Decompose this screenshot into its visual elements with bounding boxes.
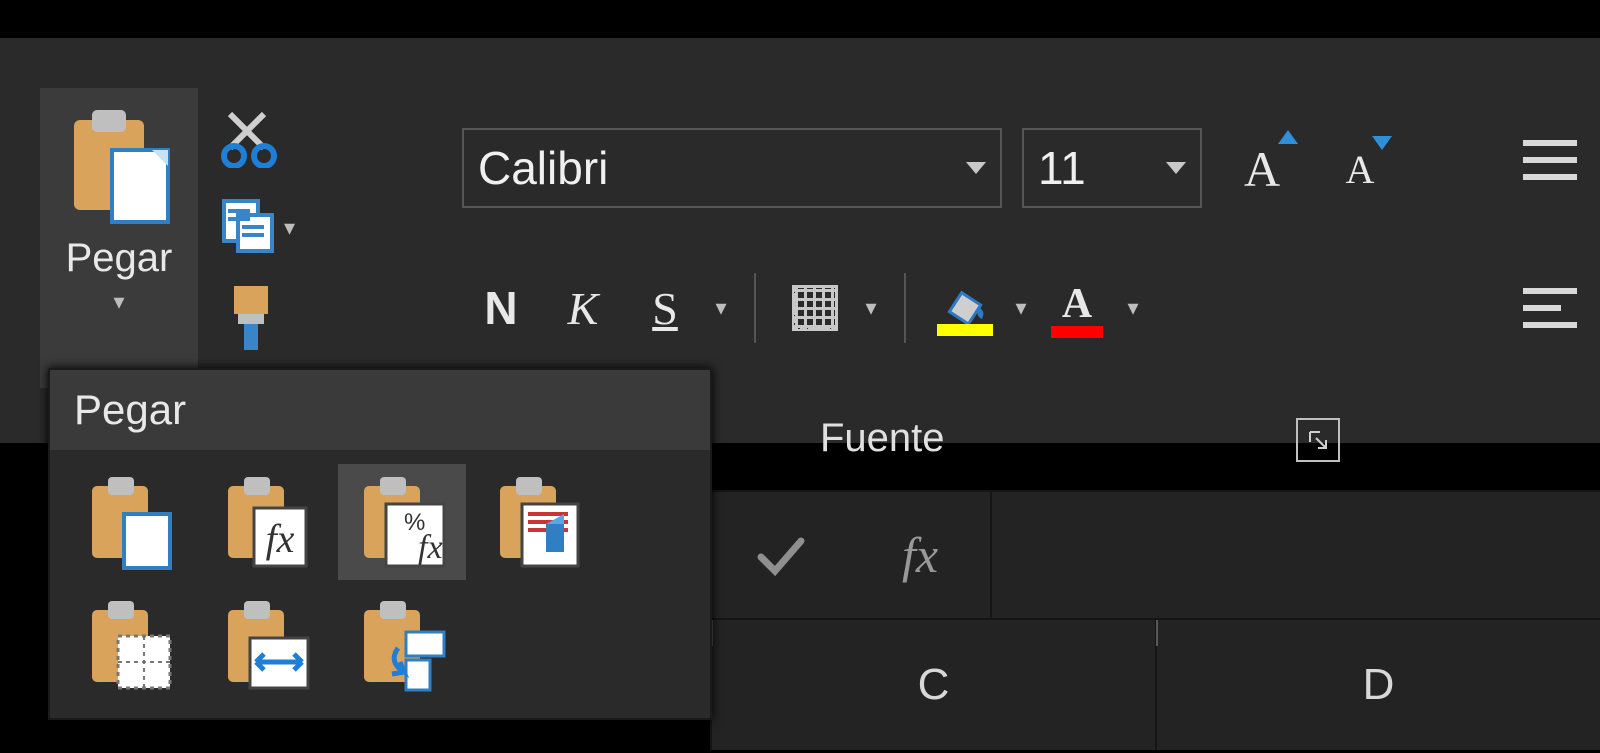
svg-text:fx: fx xyxy=(266,516,295,561)
fill-color-button[interactable] xyxy=(924,273,1006,343)
paste-option-formulas-number-format[interactable]: %fx xyxy=(338,464,466,580)
paste-option-keep-column-widths[interactable] xyxy=(202,588,330,704)
cut-button[interactable] xyxy=(220,93,360,183)
paste-option-paste[interactable] xyxy=(66,464,194,580)
font-group-label: Fuente xyxy=(820,416,945,461)
column-header[interactable]: C xyxy=(710,620,1155,750)
paste-option-transpose[interactable] xyxy=(338,588,466,704)
font-color-icon: A xyxy=(1049,280,1105,336)
borders-dropdown[interactable]: ▾ xyxy=(856,295,886,321)
svg-text:fx: fx xyxy=(418,529,443,566)
italic-button[interactable]: K xyxy=(542,273,624,343)
font-family-combo[interactable]: Calibri xyxy=(462,128,1002,208)
paste-option-formulas[interactable]: fx xyxy=(202,464,330,580)
borders-icon xyxy=(792,285,838,331)
underline-dropdown[interactable]: ▾ xyxy=(706,295,736,321)
format-painter-button[interactable] xyxy=(220,273,360,363)
font-color-dropdown[interactable]: ▾ xyxy=(1118,295,1148,321)
separator xyxy=(904,273,906,343)
increase-font-size-button[interactable]: A xyxy=(1222,130,1302,208)
chevron-down-icon xyxy=(966,162,986,174)
formula-bar: fx xyxy=(710,490,1600,620)
font-size-value: 11 xyxy=(1038,141,1086,195)
app-window: Pegar ▾ xyxy=(0,0,1600,753)
paste-icon xyxy=(64,106,174,226)
paste-options-grid: fx %fx xyxy=(50,450,710,718)
copy-dropdown[interactable]: ▾ xyxy=(284,215,295,241)
clipboard-tools: ▾ xyxy=(220,93,360,363)
column-header[interactable]: D xyxy=(1155,620,1600,750)
column-headers: C D xyxy=(710,620,1600,750)
font-family-value: Calibri xyxy=(478,141,608,195)
chevron-down-icon: ▾ xyxy=(113,289,124,315)
chevron-down-icon xyxy=(1166,162,1186,174)
fill-color-icon xyxy=(937,280,993,336)
enter-button[interactable] xyxy=(710,533,850,577)
formula-input[interactable] xyxy=(990,492,1600,618)
paste-option-keep-source-formatting[interactable] xyxy=(474,464,602,580)
paste-button-label: Pegar xyxy=(66,236,173,281)
copy-button[interactable] xyxy=(220,197,278,260)
align-lines-icon xyxy=(1523,288,1577,328)
decrease-font-size-button[interactable]: A xyxy=(1320,130,1400,208)
font-size-combo[interactable]: 11 xyxy=(1022,128,1202,208)
fill-color-dropdown[interactable]: ▾ xyxy=(1006,295,1036,321)
font-style-row: N K S ▾ ▾ ▾ xyxy=(460,268,1148,348)
paste-menu-header: Pegar xyxy=(50,370,710,450)
font-dialog-launcher[interactable] xyxy=(1296,418,1340,462)
align-lines-icon xyxy=(1523,140,1577,180)
paste-split-button[interactable]: Pegar ▾ xyxy=(40,88,198,388)
paste-option-no-borders[interactable] xyxy=(66,588,194,704)
align-top-button[interactable] xyxy=(1518,130,1582,190)
bold-button[interactable]: N xyxy=(460,273,542,343)
font-color-button[interactable]: A xyxy=(1036,273,1118,343)
borders-button[interactable] xyxy=(774,273,856,343)
copy-button-row: ▾ xyxy=(220,183,360,273)
align-left-button[interactable] xyxy=(1518,278,1582,338)
paste-options-menu: Pegar fx %fx xyxy=(48,368,712,720)
separator xyxy=(754,273,756,343)
insert-function-button[interactable]: fx xyxy=(850,526,990,584)
underline-button[interactable]: S xyxy=(624,273,706,343)
